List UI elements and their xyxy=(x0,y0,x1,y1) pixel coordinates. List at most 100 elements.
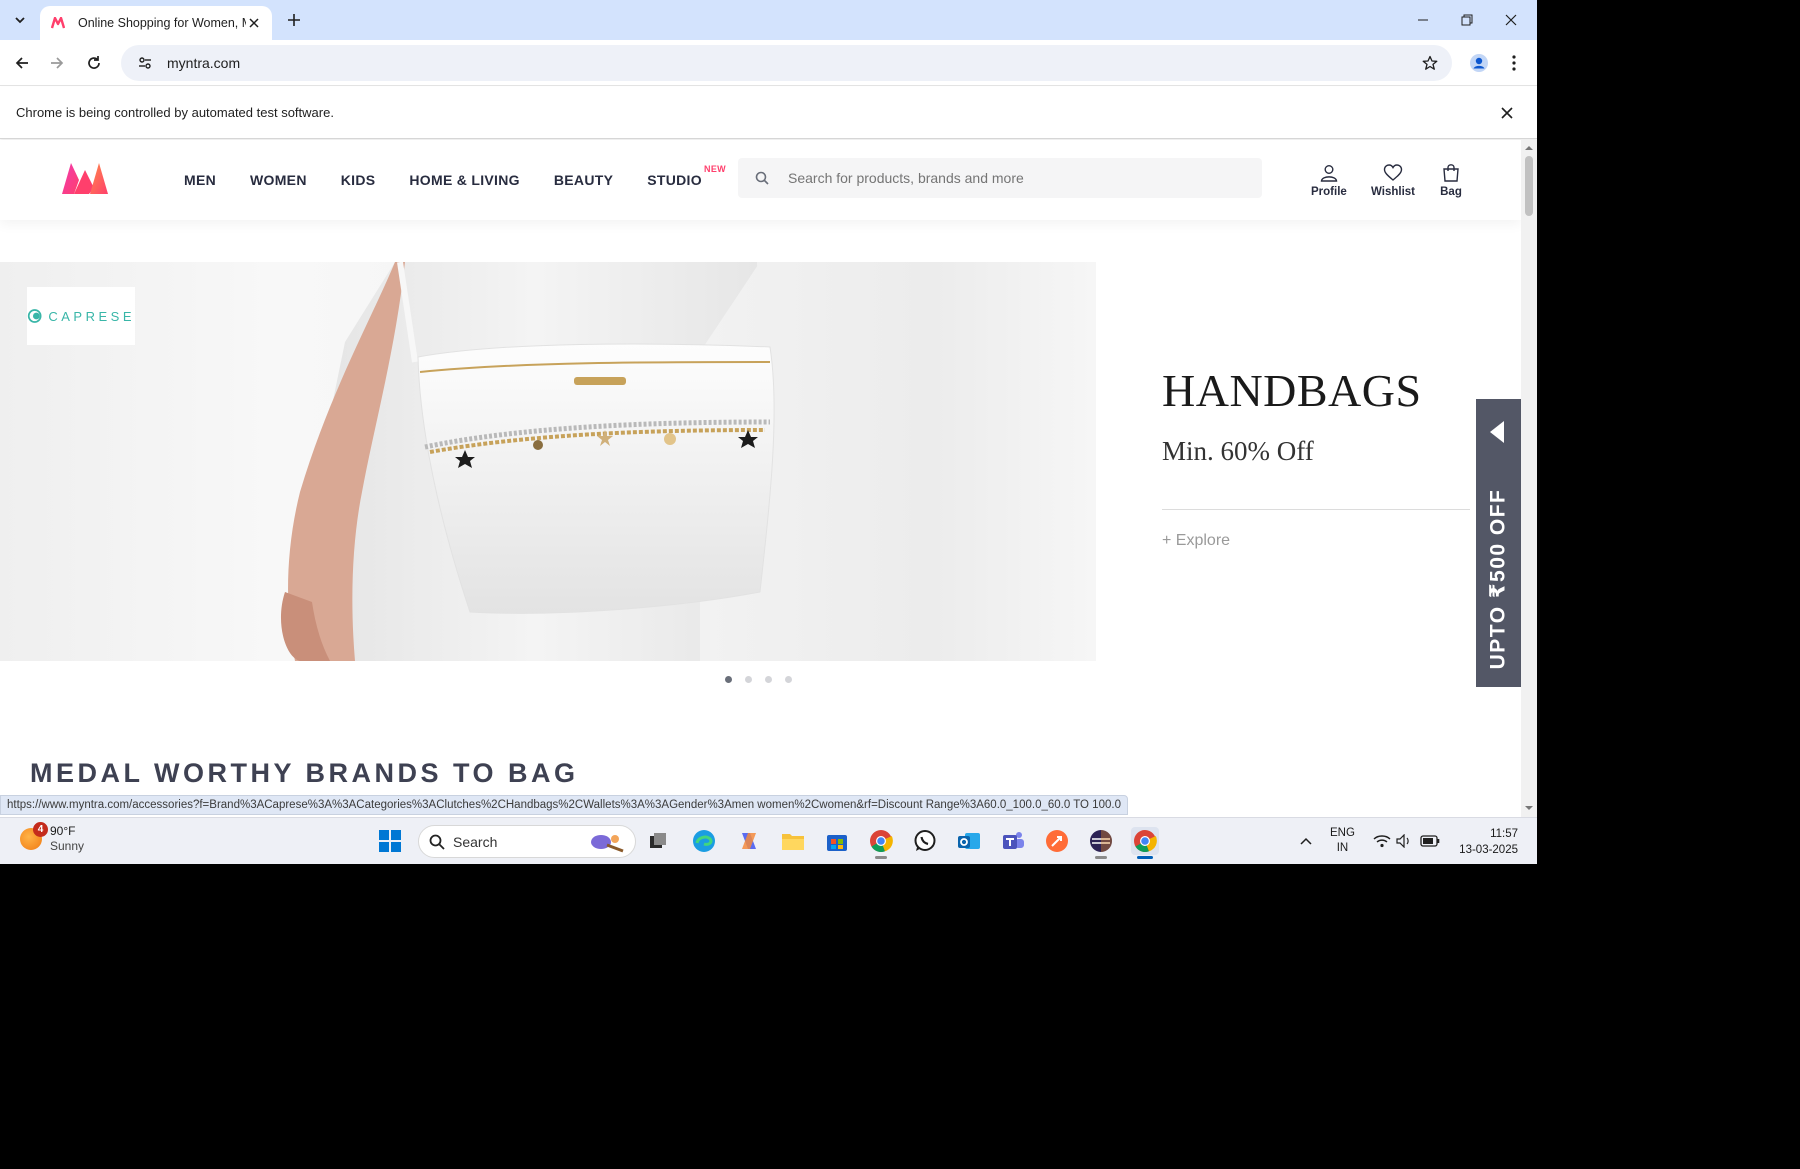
store-app[interactable] xyxy=(823,827,851,855)
search-bar xyxy=(738,158,1262,198)
forward-button[interactable] xyxy=(43,49,71,77)
chrome-icon xyxy=(870,830,893,853)
page-scrollbar[interactable] xyxy=(1521,140,1537,817)
close-icon xyxy=(1505,14,1517,26)
tab-search-button[interactable] xyxy=(8,8,32,32)
edge-app[interactable] xyxy=(690,827,718,855)
url-text: myntra.com xyxy=(167,55,241,71)
minimize-button[interactable] xyxy=(1400,0,1446,40)
chrome-app-active[interactable] xyxy=(1131,827,1159,859)
search-icon[interactable] xyxy=(742,158,782,198)
teams-icon xyxy=(1003,832,1024,849)
myntra-favicon-icon xyxy=(50,15,66,31)
sun-icon: 4 xyxy=(20,822,48,850)
language-indicator[interactable]: ENG IN xyxy=(1330,826,1355,856)
scrollbar-thumb[interactable] xyxy=(1525,156,1533,216)
language-region: IN xyxy=(1336,842,1349,854)
system-clock[interactable]: 11:57 13-03-2025 xyxy=(1450,826,1518,858)
search-input[interactable] xyxy=(788,170,1262,186)
new-tab-button[interactable] xyxy=(282,8,306,32)
carousel-dot-4[interactable] xyxy=(785,676,792,683)
banner-image: CAPRESE xyxy=(0,262,1096,661)
edge-icon xyxy=(693,830,715,852)
file-explorer-app[interactable] xyxy=(779,827,807,855)
whatsapp-app[interactable] xyxy=(911,827,939,855)
carousel-dots xyxy=(725,676,805,683)
tab-close-icon[interactable] xyxy=(246,15,262,31)
eclipse-app[interactable] xyxy=(1087,827,1115,859)
plus-icon xyxy=(288,14,300,26)
weather-widget[interactable]: 4 90°F Sunny xyxy=(20,822,84,854)
reload-button[interactable] xyxy=(80,49,108,77)
section-heading: MEDAL WORTHY BRANDS TO BAG xyxy=(30,758,579,788)
primary-nav: MEN WOMEN KIDS HOME & LIVING BEAUTY STUD… xyxy=(184,140,736,220)
restore-icon xyxy=(1461,14,1473,26)
restore-button[interactable] xyxy=(1444,0,1490,40)
teams-app[interactable] xyxy=(999,827,1027,855)
wifi-icon xyxy=(1373,835,1391,848)
carousel-dot-2[interactable] xyxy=(745,676,752,683)
back-button[interactable] xyxy=(8,49,36,77)
copilot-app[interactable] xyxy=(735,827,763,855)
nav-kids[interactable]: KIDS xyxy=(341,172,376,188)
battery-status[interactable] xyxy=(1416,827,1444,855)
close-window-button[interactable] xyxy=(1488,0,1534,40)
nav-beauty[interactable]: BEAUTY xyxy=(554,172,613,188)
caprese-mark-icon xyxy=(27,309,42,323)
nav-studio[interactable]: STUDIO NEW xyxy=(647,164,725,188)
outlook-app[interactable] xyxy=(955,827,983,855)
chrome-app[interactable] xyxy=(867,827,895,859)
scroll-up-icon[interactable] xyxy=(1525,144,1533,152)
start-button[interactable] xyxy=(376,827,404,855)
nav-men[interactable]: MEN xyxy=(184,172,216,188)
postman-app[interactable] xyxy=(1043,827,1071,855)
side-promo-tab[interactable]: UPTO ₹500 OFF xyxy=(1476,399,1521,687)
store-icon xyxy=(827,835,847,851)
app-running-indicator xyxy=(875,856,887,859)
address-bar[interactable]: myntra.com xyxy=(121,45,1452,81)
carousel-dot-3[interactable] xyxy=(765,676,772,683)
taskbar-search[interactable]: Search xyxy=(418,825,636,858)
bookmark-star-icon[interactable] xyxy=(1420,53,1440,73)
caret-left-icon xyxy=(1490,421,1504,443)
scroll-down-icon[interactable] xyxy=(1525,804,1533,812)
side-promo-text: UPTO ₹500 OFF xyxy=(1486,488,1510,670)
kebab-menu-icon xyxy=(1512,55,1516,71)
bag-label: Bag xyxy=(1440,186,1462,198)
notification-badge: 4 xyxy=(33,822,48,837)
copilot-icon xyxy=(742,833,756,849)
speaker-icon xyxy=(1396,834,1409,848)
screen: Online Shopping for Women, Men, Kids xyxy=(0,0,1537,864)
profile-icon xyxy=(1318,162,1340,184)
hero-banner[interactable]: CAPRESE HANDBAGS Min. 60% Off + Explore xyxy=(0,262,1521,661)
wishlist-button[interactable]: Wishlist xyxy=(1371,162,1415,198)
infobar-close-icon[interactable] xyxy=(1497,103,1517,123)
banner-subtitle: Min. 60% Off xyxy=(1162,436,1314,466)
banner-title: HANDBAGS xyxy=(1162,365,1422,416)
link-status-bubble: https://www.myntra.com/accessories?f=Bra… xyxy=(0,795,1128,815)
browser-toolbar: myntra.com xyxy=(0,40,1537,86)
explore-link[interactable]: + Explore xyxy=(1162,532,1230,550)
browser-menu-button[interactable] xyxy=(1500,49,1528,77)
folder-icon xyxy=(782,834,804,850)
infobar-message: Chrome is being controlled by automated … xyxy=(16,105,334,120)
profile-avatar-button[interactable] xyxy=(1465,49,1493,77)
bag-button[interactable]: Bag xyxy=(1440,162,1462,198)
site-settings-icon[interactable] xyxy=(135,53,155,73)
heart-icon xyxy=(1382,162,1404,184)
clock-date: 13-03-2025 xyxy=(1459,844,1518,856)
minimize-icon xyxy=(1418,19,1428,21)
nav-women[interactable]: WOMEN xyxy=(250,172,307,188)
bag-icon xyxy=(1440,162,1462,184)
task-view-button[interactable] xyxy=(644,827,672,855)
new-badge: NEW xyxy=(704,164,726,174)
volume-status[interactable] xyxy=(1390,827,1418,855)
nav-home-living[interactable]: HOME & LIVING xyxy=(409,172,519,188)
browser-tab[interactable]: Online Shopping for Women, Men, Kids xyxy=(40,6,272,40)
postman-icon xyxy=(1046,830,1068,852)
myntra-logo[interactable] xyxy=(60,160,110,196)
profile-button[interactable]: Profile xyxy=(1311,162,1347,198)
show-hidden-icons-button[interactable] xyxy=(1292,827,1320,855)
tab-strip: Online Shopping for Women, Men, Kids xyxy=(0,0,1537,40)
carousel-dot-1[interactable] xyxy=(725,676,732,683)
